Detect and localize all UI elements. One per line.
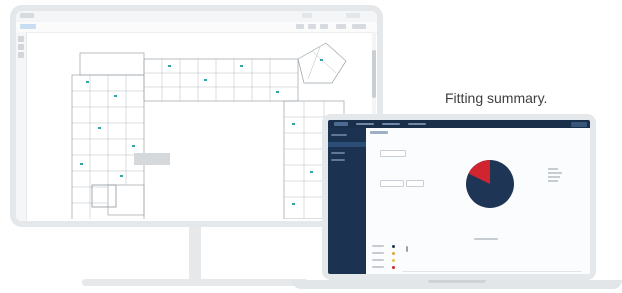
top-wing-outline	[143, 58, 299, 102]
panel-heading	[370, 131, 388, 134]
monitor-stand-base	[82, 279, 308, 286]
toolbar-button[interactable]	[352, 24, 366, 29]
nav-account-button[interactable]	[571, 121, 587, 127]
toolbar-button[interactable]	[296, 24, 304, 29]
series-marker	[392, 266, 395, 269]
nav-tab[interactable]	[408, 123, 426, 125]
selected-area	[134, 153, 170, 165]
tool-button[interactable]	[18, 36, 24, 42]
laptop	[322, 114, 596, 280]
option-field[interactable]	[406, 180, 424, 187]
legend-entry	[548, 176, 560, 178]
timeline-axis	[402, 271, 582, 272]
series-label	[372, 252, 384, 254]
nav-logo	[334, 122, 348, 126]
monitor-stand-neck	[189, 227, 201, 279]
annex-room	[91, 184, 117, 208]
floor-plan-drawing[interactable]	[28, 35, 368, 219]
sidebar-item[interactable]	[331, 134, 347, 136]
laptop-sidebar	[328, 128, 366, 274]
toolbar-button[interactable]	[320, 24, 328, 29]
option-field[interactable]	[380, 180, 404, 187]
legend-entry	[548, 168, 558, 170]
north-wing-outline	[79, 52, 145, 76]
chart-subtitle	[474, 238, 498, 240]
toolbar-button[interactable]	[308, 24, 316, 29]
series-marker	[392, 245, 395, 248]
app-logo	[20, 13, 34, 18]
timeline-marker	[406, 246, 408, 252]
tool-button[interactable]	[18, 44, 24, 50]
scrollbar-thumb[interactable]	[372, 50, 376, 98]
sidebar-item-active[interactable]	[328, 142, 366, 147]
filter-dropdown[interactable]	[380, 150, 406, 157]
tool-button[interactable]	[18, 52, 24, 58]
series-marker	[392, 252, 395, 255]
fitting-pie-chart	[466, 160, 514, 208]
legend-entry	[548, 172, 562, 174]
caption-text: Fitting summary.	[445, 90, 548, 106]
series-label	[372, 245, 384, 247]
nav-tab[interactable]	[382, 123, 400, 125]
legend-entry	[548, 180, 558, 182]
sidebar-item[interactable]	[331, 152, 345, 154]
app-toolbar	[16, 22, 377, 33]
toolbar-control[interactable]	[302, 13, 312, 18]
laptop-screen	[328, 120, 590, 274]
laptop-notch	[428, 280, 486, 283]
angled-block-outline	[297, 42, 347, 84]
sidebar-item[interactable]	[331, 159, 345, 161]
series-marker	[392, 259, 395, 262]
nav-tab[interactable]	[356, 123, 374, 125]
fitting-summary-panel	[366, 128, 590, 274]
toolbar-button[interactable]	[336, 24, 346, 29]
series-label	[372, 266, 384, 268]
bottom-annex-outline	[107, 184, 145, 216]
left-tool-rail	[16, 32, 27, 221]
toolbar-link[interactable]	[20, 24, 36, 29]
laptop-top-nav	[328, 120, 590, 128]
toolbar-control[interactable]	[346, 13, 360, 18]
series-label	[372, 259, 384, 261]
